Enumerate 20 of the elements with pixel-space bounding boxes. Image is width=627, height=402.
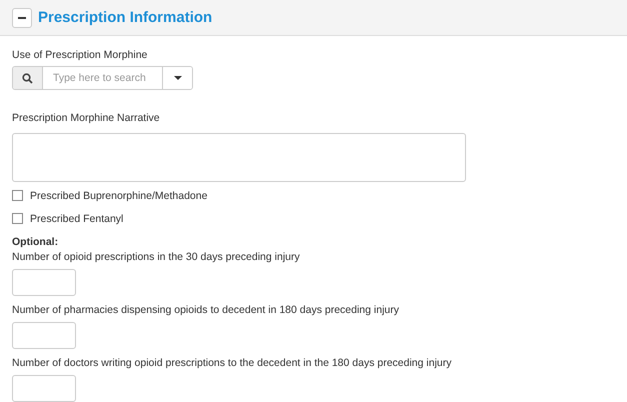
field-label: Prescription Morphine Narrative xyxy=(12,112,161,125)
narrative-field[interactable] xyxy=(12,133,466,182)
optional-heading: Optional: xyxy=(12,236,60,249)
search-field[interactable]: Type here to search xyxy=(12,66,193,90)
collapse-button[interactable] xyxy=(12,8,32,28)
checkbox-label: Prescribed Buprenorphine/Methadone xyxy=(30,190,208,202)
number-field[interactable] xyxy=(12,269,76,296)
field-label: Number of opioid prescriptions in the 30 days preceding injury xyxy=(12,251,301,264)
field-label: Use of Prescription Morphine xyxy=(12,49,148,62)
search-icon xyxy=(22,72,33,84)
dropdown-button[interactable] xyxy=(162,67,192,89)
section-title: Prescription Information xyxy=(38,9,212,26)
number-field[interactable] xyxy=(12,375,76,402)
field-label: Number of doctors writing opioid prescriptions to the decedent in the 180 days preceding injury xyxy=(12,357,452,370)
caret-icon xyxy=(174,76,182,80)
field-label: Number of pharmacies dispensing opioids to decedent in 180 days preceding injury xyxy=(12,304,400,317)
checkbox-label: Prescribed Fentanyl xyxy=(30,212,124,224)
checkbox[interactable] xyxy=(12,190,23,201)
number-field[interactable] xyxy=(12,322,76,349)
checkbox[interactable] xyxy=(12,213,23,224)
